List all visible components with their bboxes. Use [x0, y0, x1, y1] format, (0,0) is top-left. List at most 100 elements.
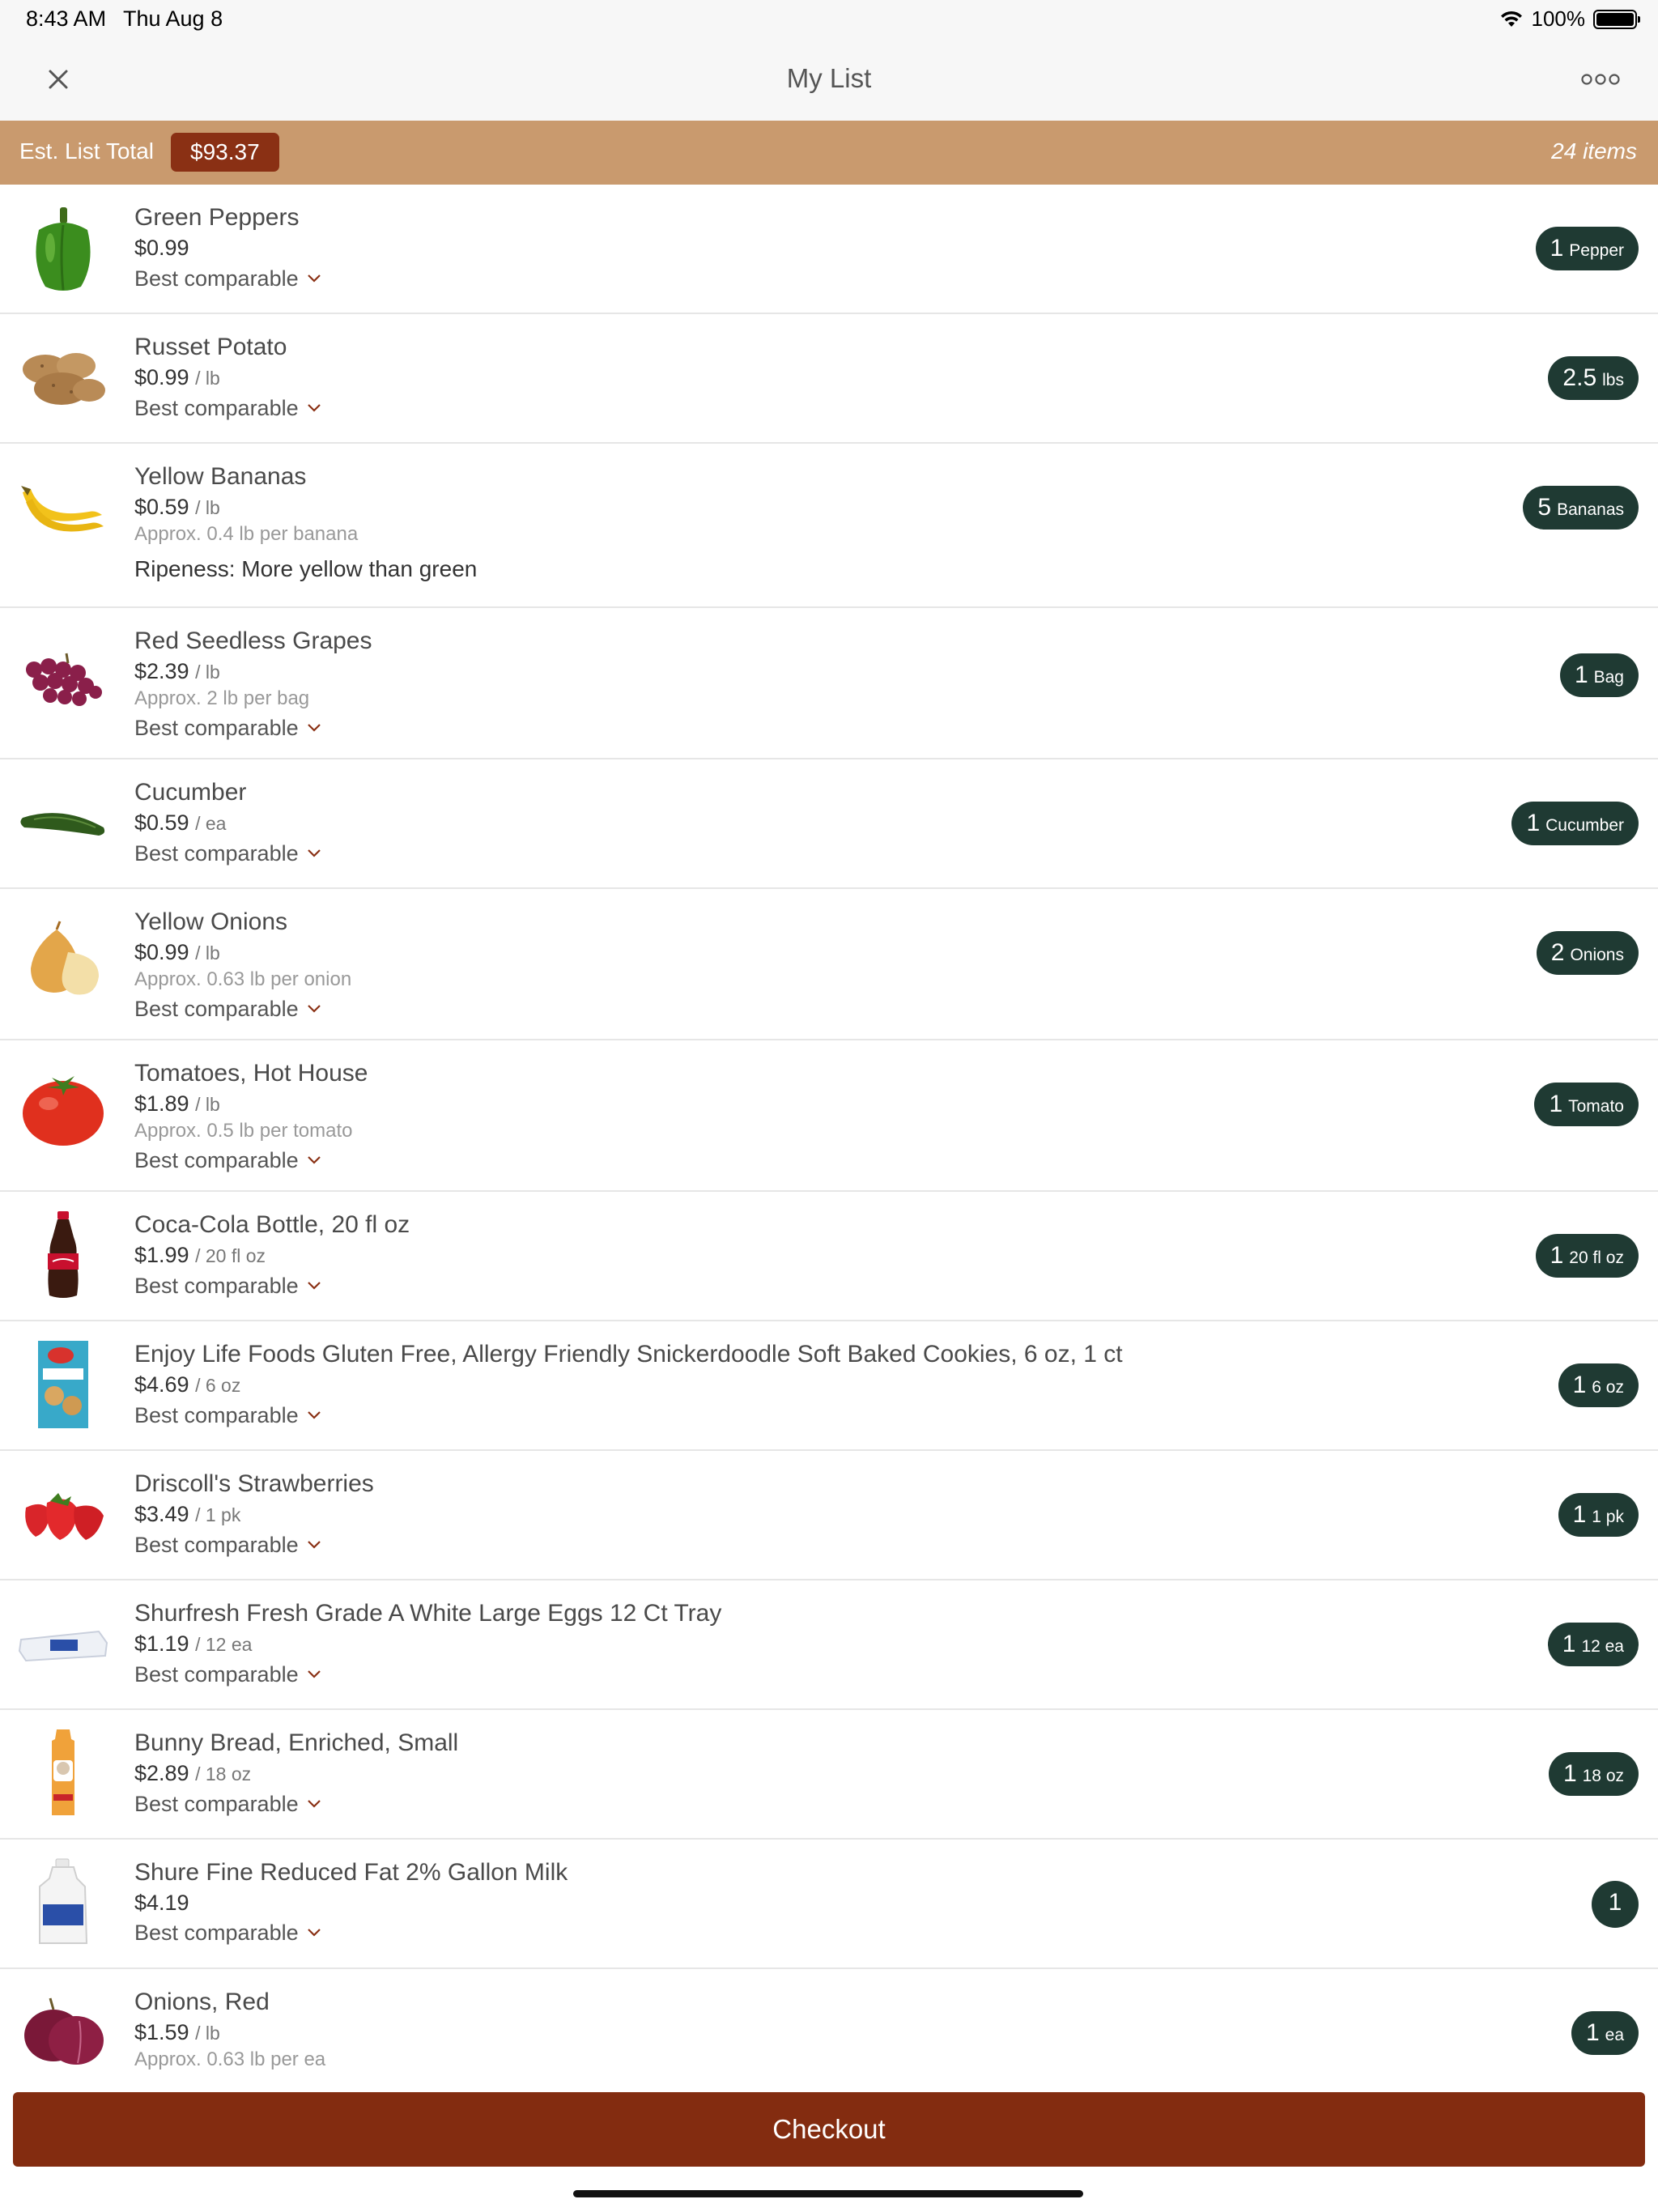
- list-item[interactable]: Onions, Red $1.59 / lb Approx. 0.63 lb p…: [0, 1969, 1658, 2082]
- grapes-icon: [18, 634, 108, 725]
- item-approx-weight: Approx. 0.5 lb per tomato: [134, 1120, 353, 1142]
- status-bar: 8:43 AM Thu Aug 8 100%: [0, 0, 1658, 39]
- list-item[interactable]: Yellow Bananas $0.59 / lb Approx. 0.4 lb…: [0, 444, 1658, 608]
- chevron-down-icon: [307, 404, 321, 412]
- list-item[interactable]: Red Seedless Grapes $2.39 / lb Approx. 2…: [0, 608, 1658, 759]
- strawberry-icon: [18, 1470, 108, 1561]
- item-name: Cucumber: [134, 779, 247, 806]
- list-item[interactable]: Enjoy Life Foods Gluten Free, Allergy Fr…: [0, 1321, 1658, 1451]
- best-comparable-dropdown[interactable]: Best comparable: [134, 1661, 721, 1688]
- best-comparable-label: Best comparable: [134, 396, 299, 420]
- item-price: $1.19 / 12 ea: [134, 1631, 721, 1657]
- list-item[interactable]: Driscoll's Strawberries $3.49 / 1 pk Bes…: [0, 1451, 1658, 1580]
- item-price-value: $2.89: [134, 1761, 189, 1785]
- item-price: $2.39 / lb: [134, 658, 372, 685]
- list-item[interactable]: Coca-Cola Bottle, 20 fl oz $1.99 / 20 fl…: [0, 1192, 1658, 1321]
- more-options-icon[interactable]: [1580, 63, 1621, 96]
- list-item[interactable]: Cucumber $0.59 / ea Best comparable 1 Cu…: [0, 759, 1658, 889]
- best-comparable-dropdown[interactable]: Best comparable: [134, 714, 372, 742]
- quantity-pill[interactable]: 1 1 pk: [1558, 1493, 1639, 1537]
- quantity-pill[interactable]: 1 18 oz: [1548, 1752, 1639, 1796]
- item-price-value: $1.89: [134, 1091, 189, 1116]
- chevron-down-icon: [307, 1411, 321, 1419]
- best-comparable-dropdown[interactable]: Best comparable: [134, 1531, 374, 1559]
- quantity-pill[interactable]: 1 Pepper: [1535, 227, 1639, 270]
- item-name: Yellow Bananas: [134, 463, 307, 490]
- list-item[interactable]: Shurfresh Fresh Grade A White Large Eggs…: [0, 1580, 1658, 1710]
- quantity-pill[interactable]: 2.5 lbs: [1548, 356, 1639, 400]
- list-item[interactable]: Green Peppers $0.99 Best comparable 1 Pe…: [0, 185, 1658, 314]
- item-price-unit: / lb: [195, 661, 220, 683]
- status-date: Thu Aug 8: [123, 6, 223, 31]
- best-comparable-label: Best comparable: [134, 1792, 299, 1816]
- quantity-pill[interactable]: 2 Onions: [1536, 931, 1639, 975]
- list-item[interactable]: Bunny Bread, Enriched, Small $2.89 / 18 …: [0, 1710, 1658, 1840]
- quantity-value: 5: [1537, 494, 1552, 521]
- item-price-value: $0.59: [134, 810, 189, 835]
- battery-icon: [1593, 9, 1640, 29]
- best-comparable-dropdown[interactable]: Best comparable: [134, 394, 321, 422]
- item-approx-weight: Approx. 0.63 lb per onion: [134, 968, 352, 990]
- potato-icon: [18, 334, 108, 424]
- chevron-down-icon: [307, 1156, 321, 1164]
- item-price-unit: / lb: [195, 2023, 220, 2044]
- item-info: Onions, Red $1.59 / lb Approx. 0.63 lb p…: [134, 1989, 325, 2072]
- item-price: $0.99: [134, 235, 321, 262]
- quantity-pill[interactable]: 1 Tomato: [1534, 1083, 1639, 1126]
- best-comparable-label: Best comparable: [134, 266, 299, 291]
- best-comparable-dropdown[interactable]: Best comparable: [134, 1919, 568, 1946]
- quantity-unit: 20 fl oz: [1569, 1249, 1624, 1267]
- best-comparable-label: Best comparable: [134, 841, 299, 866]
- item-price: $0.59 / lb: [134, 494, 477, 521]
- list-total-bar: Est. List Total $93.37 24 items: [0, 121, 1658, 185]
- best-comparable-dropdown[interactable]: Best comparable: [134, 1402, 1123, 1429]
- list-total-label: Est. List Total: [19, 138, 155, 164]
- item-price-unit: / lb: [195, 1094, 220, 1115]
- quantity-pill[interactable]: 1 ea: [1571, 2011, 1639, 2055]
- item-name: Russet Potato: [134, 334, 287, 360]
- item-price: $1.99 / 20 fl oz: [134, 1242, 410, 1269]
- quantity-pill[interactable]: 1: [1592, 1881, 1639, 1928]
- chevron-down-icon: [307, 1670, 321, 1678]
- item-price: $1.89 / lb: [134, 1091, 368, 1117]
- list-item[interactable]: Yellow Onions $0.99 / lb Approx. 0.63 lb…: [0, 889, 1658, 1040]
- wifi-icon: [1500, 11, 1522, 27]
- best-comparable-label: Best comparable: [134, 716, 299, 740]
- quantity-pill[interactable]: 1 Bag: [1559, 653, 1639, 697]
- shopping-list: Green Peppers $0.99 Best comparable 1 Pe…: [0, 185, 1658, 2082]
- item-price: $0.99 / lb: [134, 939, 351, 966]
- item-price-value: $4.69: [134, 1372, 189, 1397]
- item-info: Enjoy Life Foods Gluten Free, Allergy Fr…: [134, 1341, 1123, 1429]
- item-name: Onions, Red: [134, 1989, 270, 2015]
- quantity-pill[interactable]: 5 Bananas: [1523, 486, 1639, 530]
- item-price: $2.89 / 18 oz: [134, 1760, 458, 1787]
- best-comparable-dropdown[interactable]: Best comparable: [134, 1272, 410, 1300]
- quantity-pill[interactable]: 1 Cucumber: [1511, 802, 1639, 845]
- best-comparable-dropdown[interactable]: Best comparable: [134, 265, 321, 292]
- chevron-down-icon: [307, 1800, 321, 1808]
- item-price-unit: / 20 fl oz: [195, 1245, 266, 1266]
- best-comparable-dropdown[interactable]: Best comparable: [134, 1790, 458, 1818]
- best-comparable-dropdown[interactable]: Best comparable: [134, 995, 351, 1023]
- best-comparable-dropdown[interactable]: Best comparable: [134, 840, 321, 867]
- red-onion-icon: [18, 1987, 108, 2078]
- list-item[interactable]: Tomatoes, Hot House $1.89 / lb Approx. 0…: [0, 1040, 1658, 1192]
- item-info: Tomatoes, Hot House $1.89 / lb Approx. 0…: [134, 1060, 368, 1174]
- item-price-value: $0.59: [134, 495, 189, 519]
- quantity-value: 1: [1572, 1372, 1587, 1398]
- quantity-pill[interactable]: 1 12 ea: [1547, 1623, 1639, 1666]
- best-comparable-dropdown[interactable]: Best comparable: [134, 1146, 368, 1174]
- checkout-button[interactable]: Checkout: [13, 2092, 1645, 2167]
- item-price-unit: / lb: [195, 497, 220, 518]
- quantity-pill[interactable]: 1 6 oz: [1558, 1363, 1639, 1407]
- list-item[interactable]: Shure Fine Reduced Fat 2% Gallon Milk $4…: [0, 1840, 1658, 1969]
- ripeness-selection[interactable]: Ripeness: More yellow than green: [134, 556, 477, 582]
- chevron-down-icon: [307, 1541, 321, 1549]
- cookie-box-icon: [18, 1339, 108, 1430]
- quantity-unit: 6 oz: [1592, 1378, 1624, 1397]
- item-price-unit: / ea: [195, 813, 227, 834]
- onion-icon: [18, 915, 108, 1006]
- list-item[interactable]: Russet Potato $0.99 / lb Best comparable…: [0, 314, 1658, 444]
- quantity-value: 1: [1526, 810, 1541, 836]
- quantity-pill[interactable]: 1 20 fl oz: [1535, 1234, 1639, 1278]
